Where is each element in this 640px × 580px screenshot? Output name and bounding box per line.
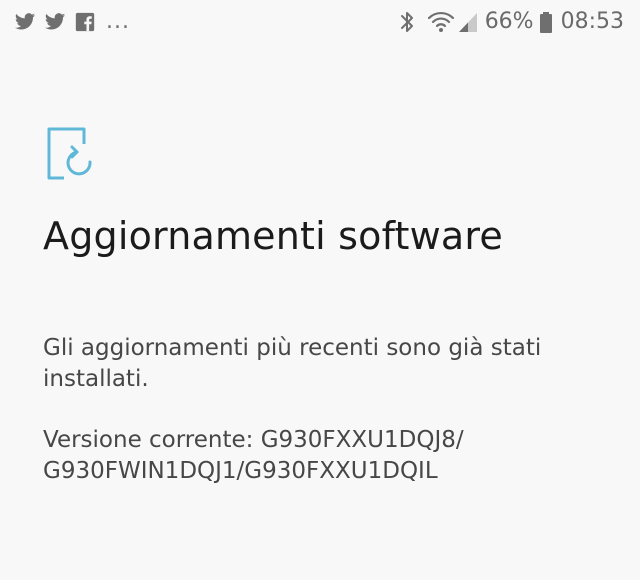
twitter-icon xyxy=(44,13,66,30)
update-status-message: Gli aggiornamenti più recenti sono già s… xyxy=(43,335,542,392)
twitter-icon xyxy=(14,13,36,30)
current-version-label: Versione corrente: G930FXXU1DQJ8/ G930FW… xyxy=(43,427,464,484)
wifi-icon xyxy=(427,11,454,32)
system-status: 66% 08:53 xyxy=(399,8,624,36)
clock: 08:53 xyxy=(560,9,624,34)
page-title: Aggiornamenti software xyxy=(43,214,503,258)
battery-icon xyxy=(539,12,552,33)
more-notifications-indicator: ... xyxy=(106,9,130,34)
software-update-icon xyxy=(47,127,92,180)
notification-icons: ... xyxy=(14,9,130,35)
bluetooth-icon xyxy=(400,12,413,32)
signal-icon xyxy=(458,13,477,32)
facebook-icon xyxy=(75,12,95,32)
battery-percentage: 66% xyxy=(484,9,534,34)
status-bar: ... 66% 08:53 xyxy=(0,0,640,44)
